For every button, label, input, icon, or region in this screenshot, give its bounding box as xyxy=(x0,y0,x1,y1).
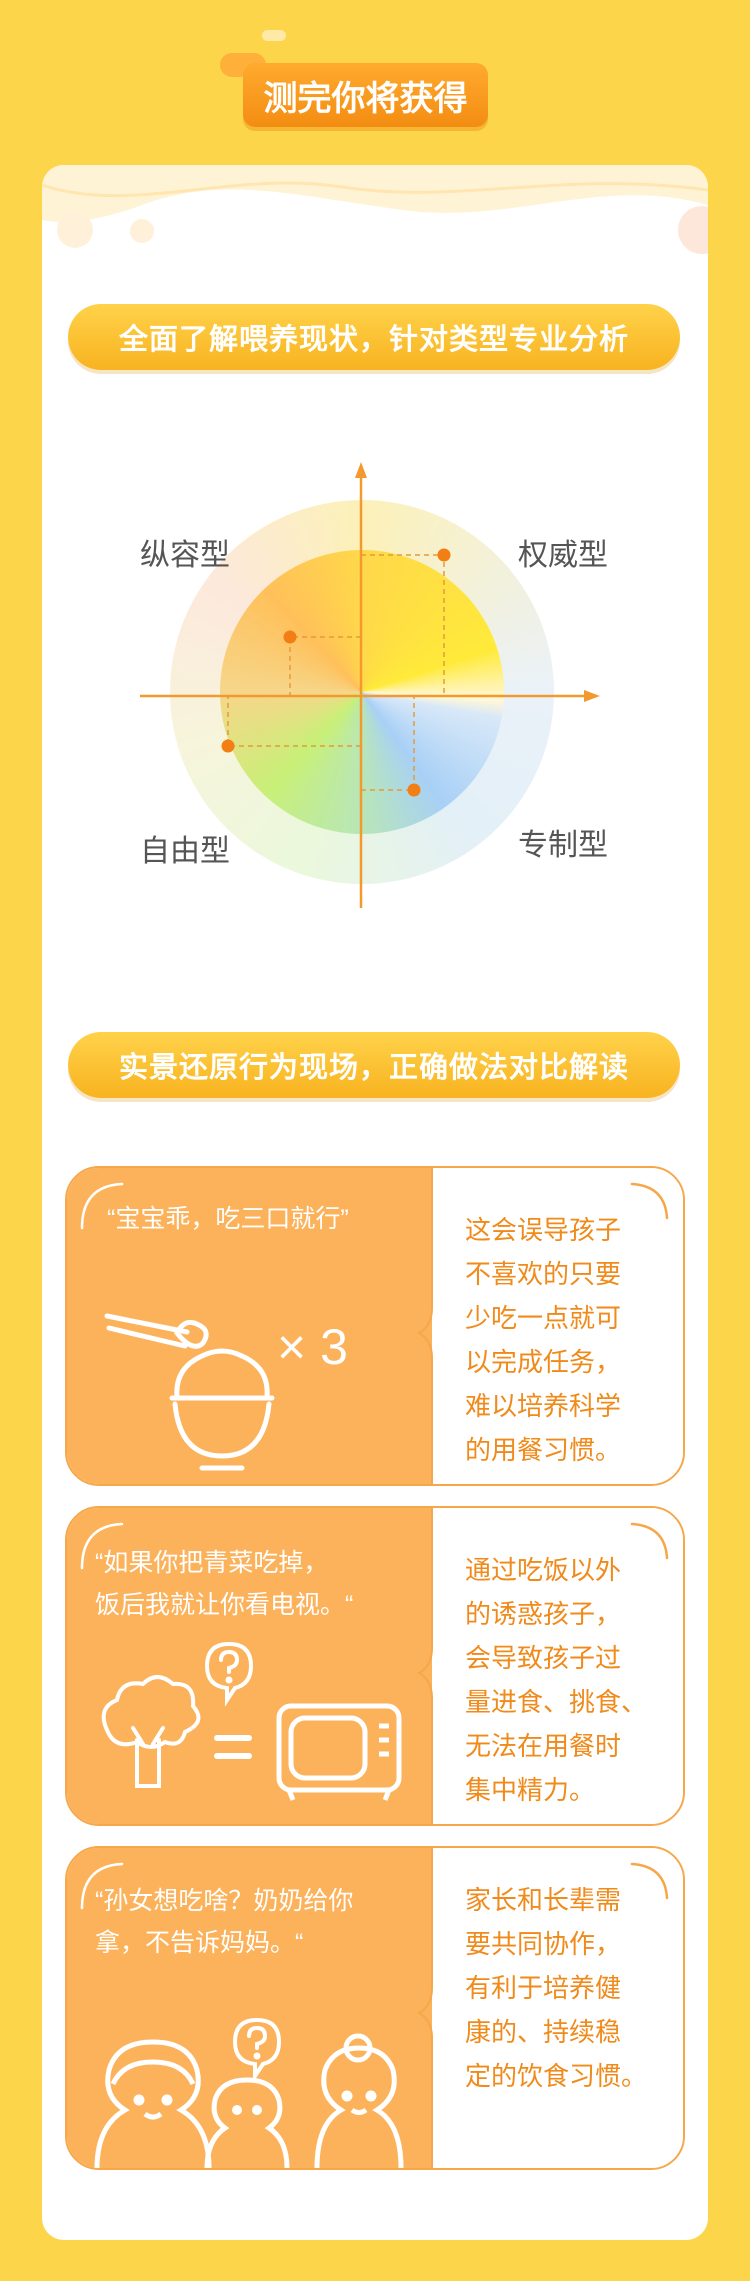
scenario-quote: “孙女想吃啥？奶奶给你 拿，不告诉妈妈。“ xyxy=(95,1887,354,1957)
question-bubble-icon xyxy=(232,2017,282,2083)
label-authoritative: 权威型 xyxy=(518,539,608,572)
times-three-label: × 3 xyxy=(277,1319,348,1375)
label-indulgent: 纵容型 xyxy=(140,539,230,572)
scenario-quote: “宝宝乖，吃三口就行” xyxy=(107,1205,349,1233)
broccoli-icon xyxy=(101,1675,201,1788)
label-dictatorial: 专制型 xyxy=(518,829,608,862)
wave-decoration xyxy=(42,165,708,254)
scenario-quote: “如果你把青菜吃掉， 饭后我就让你看电视。“ xyxy=(95,1549,354,1619)
point-authoritative xyxy=(437,548,451,562)
decor-pill xyxy=(262,30,286,41)
section-title-comparison: 实景还原行为现场，正确做法对比解读 xyxy=(68,1032,680,1098)
scenario-explanation: 这会误导孩子 不喜欢的只要 少吃一点就可 以完成任务， 难以培养科学 的用餐习惯… xyxy=(465,1215,622,1465)
bowl-chopsticks-icon xyxy=(104,1313,275,1471)
scenario-explanation: 家长和长辈需 要共同协作， 有利于培养健 康的、持续稳 定的饮食习惯。 xyxy=(465,1885,648,2091)
page-title: 测完你将获得 xyxy=(243,63,488,127)
scenario-card-2: “如果你把青菜吃掉， 饭后我就让你看电视。“ 通过吃饭以外 的诱惑孩子， 会导致… xyxy=(65,1506,685,1826)
tv-icon xyxy=(276,1703,402,1801)
scenario-explanation: 通过吃饭以外 的诱惑孩子， 会导致孩子过 量进食、挑食、 无法在用餐时 集中精力… xyxy=(465,1555,648,1805)
label-free: 自由型 xyxy=(140,835,230,868)
scenario-card-1: “宝宝乖，吃三口就行” × 3 这会误导孩子 不喜欢的只要 少吃一点就可 以完成… xyxy=(65,1166,685,1486)
section-title-analysis: 全面了解喂养现状，针对类型专业分析 xyxy=(68,304,680,370)
question-bubble-icon xyxy=(204,1641,254,1707)
point-indulgent xyxy=(283,630,297,644)
mother-icon xyxy=(94,2039,212,2168)
grandmother-icon xyxy=(314,2033,404,2168)
point-free xyxy=(221,739,235,753)
child-icon xyxy=(204,2077,290,2168)
scenario-card-3: “孙女想吃啥？奶奶给你 拿，不告诉妈妈。“ 家长和长辈需 要共同协作， 有利于培… xyxy=(65,1846,685,2170)
point-dictatorial xyxy=(407,783,421,797)
